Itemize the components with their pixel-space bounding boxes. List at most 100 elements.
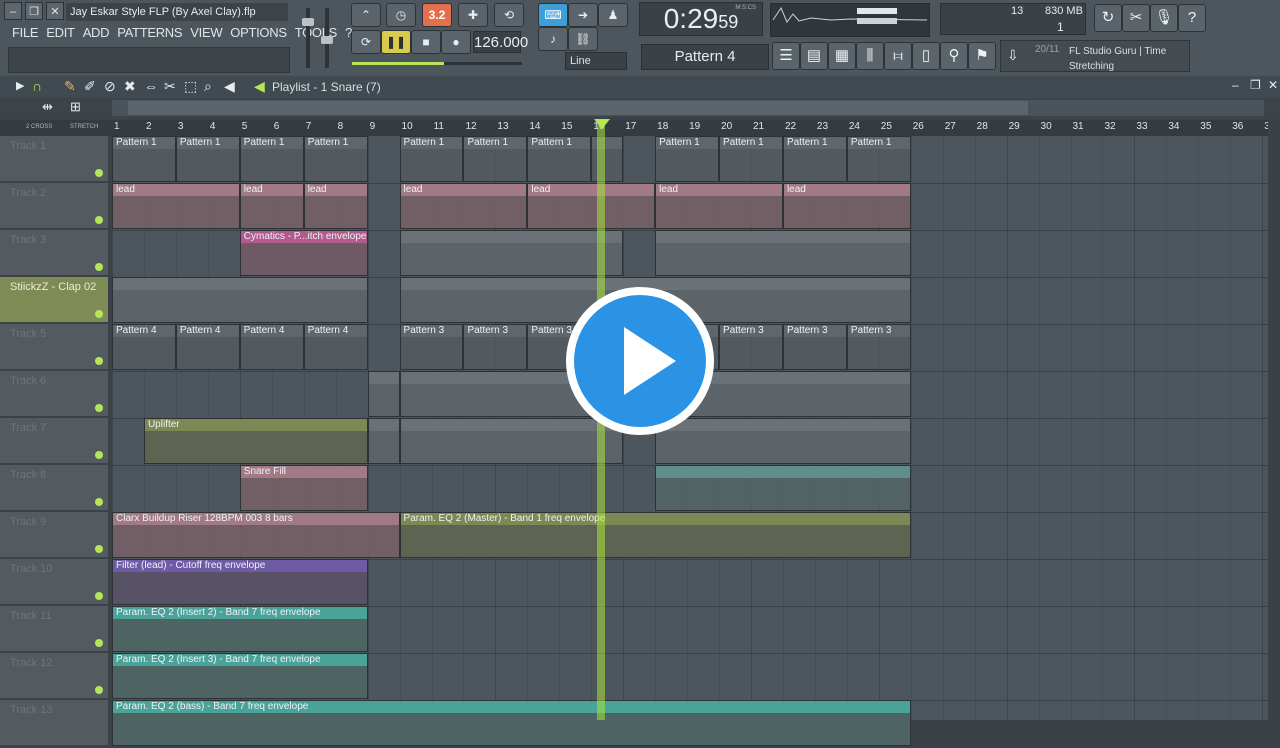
recording-filter-icon[interactable]: ♟ <box>598 3 628 27</box>
playlist-clip[interactable]: Pattern 1 <box>655 136 720 182</box>
playlist-clip[interactable]: lead <box>303 183 368 229</box>
paint-icon[interactable]: ✐ <box>84 78 96 95</box>
zoom-icon[interactable]: ⌕ <box>204 78 212 95</box>
track-header[interactable]: Track 12 <box>0 653 108 699</box>
news-panel[interactable]: ⇩ 20/11 FL Studio Guru | Time Stretching <box>1000 40 1190 72</box>
track-header[interactable]: Track 2 <box>0 183 108 229</box>
loop-record-icon[interactable]: ⟲ <box>494 3 524 27</box>
piano-roll-icon[interactable]: ▤ <box>800 42 828 70</box>
track-mute-led-icon[interactable] <box>95 498 103 506</box>
vertical-scrollbar[interactable] <box>1268 118 1280 720</box>
master-volume-knob[interactable] <box>302 18 314 26</box>
playlist-clip[interactable]: Pattern 1 <box>175 136 240 182</box>
playlist-clip[interactable]: lead <box>655 183 783 229</box>
master-pitch-knob[interactable] <box>321 36 333 44</box>
playlist-clip[interactable]: Pattern 1 <box>527 136 592 182</box>
mixer-icon[interactable]: ⫼ <box>856 42 884 70</box>
restore-icon[interactable]: ❐ <box>25 2 43 20</box>
playlist-clip[interactable]: Pattern 3 <box>846 324 911 370</box>
snap-selector[interactable]: Line <box>565 52 627 70</box>
playlist-clip[interactable]: Param. EQ 2 (Master) - Band 1 freq envel… <box>399 512 911 558</box>
blend-notes-icon[interactable]: ✚ <box>458 3 488 27</box>
track-mute-led-icon[interactable] <box>95 545 103 553</box>
playlist-clip[interactable]: Pattern 3 <box>782 324 847 370</box>
undo-icon[interactable]: ↻ <box>1094 4 1122 32</box>
mute-icon[interactable]: ✖ <box>124 78 136 95</box>
pencil-icon[interactable]: ✎ <box>64 78 76 95</box>
playlist-clip[interactable]: Pattern 1 <box>846 136 911 182</box>
playlist-clip[interactable]: Snare Fill <box>239 465 368 511</box>
track-header[interactable]: StiickzZ - Clap 02 <box>0 277 108 323</box>
playlist-clip[interactable]: Pattern 4 <box>303 324 368 370</box>
playlist-clip[interactable]: lead <box>782 183 911 229</box>
play-icon[interactable]: ❚❚ <box>381 30 411 54</box>
playlist-clip[interactable]: Pattern 1 <box>303 136 368 182</box>
track-header[interactable]: Track 1 <box>0 136 108 182</box>
track-header[interactable]: Track 13 <box>0 700 108 746</box>
playlist-clip[interactable]: Pattern 1 <box>239 136 304 182</box>
track-header[interactable]: Track 8 <box>0 465 108 511</box>
playlist-clip[interactable]: Pattern 3 <box>463 324 528 370</box>
track-mute-led-icon[interactable] <box>95 263 103 271</box>
playlist-clip[interactable] <box>655 230 911 276</box>
select-icon[interactable]: ⬚ <box>184 78 197 95</box>
step-edit-icon[interactable]: ➔ <box>568 3 598 27</box>
track-header[interactable]: Track 5 <box>0 324 108 370</box>
playlist-clip[interactable]: Pattern 1 <box>463 136 528 182</box>
track-mute-led-icon[interactable] <box>95 592 103 600</box>
tempo-display[interactable]: 126.000 <box>473 31 528 53</box>
playlist-clip[interactable]: Pattern 1 <box>782 136 847 182</box>
track-mute-led-icon[interactable] <box>95 639 103 647</box>
pattern-song-toggle-icon[interactable]: ⟳ <box>351 30 381 54</box>
playlist-menu-arrow-icon[interactable]: ▶ <box>16 79 24 92</box>
snap-tool-icon[interactable]: ♪ <box>538 27 568 51</box>
playlist-clip[interactable] <box>112 277 368 323</box>
track-header[interactable]: Track 6 <box>0 371 108 417</box>
playlist-clip[interactable]: Pattern 3 <box>719 324 783 370</box>
playlist-clip[interactable]: Pattern 1 <box>719 136 783 182</box>
track-header[interactable]: Track 10 <box>0 559 108 605</box>
menu-add[interactable]: ADD <box>79 24 114 42</box>
master-volume-slider[interactable] <box>306 8 310 68</box>
playlist-clip[interactable] <box>655 465 911 511</box>
slip-icon[interactable]: ⇔ <box>144 78 158 94</box>
close-icon[interactable]: ✕ <box>46 2 64 20</box>
link-icon[interactable]: ⛓ <box>568 27 598 51</box>
playlist-minimize-icon[interactable]: – <box>1232 78 1239 92</box>
playlist-clip[interactable]: Uplifter <box>143 418 368 464</box>
track-mute-led-icon[interactable] <box>95 404 103 412</box>
step-size-button[interactable]: 3.2 <box>422 3 452 27</box>
pattern-selector[interactable]: Pattern 4 <box>641 44 769 70</box>
playlist-clip[interactable]: Pattern 4 <box>112 324 176 370</box>
track-zoom-icon[interactable]: ⊞ <box>70 99 81 115</box>
track-mute-led-icon[interactable] <box>95 310 103 318</box>
menu-edit[interactable]: EDIT <box>42 24 78 42</box>
browser-icon[interactable]: ▯ <box>912 42 940 70</box>
track-mute-led-icon[interactable] <box>95 451 103 459</box>
video-play-button[interactable] <box>566 287 714 435</box>
menu-tools[interactable]: TOOLS <box>291 24 341 42</box>
playlist-clip[interactable] <box>399 418 624 464</box>
playlist-clip[interactable] <box>367 418 400 464</box>
channel-rack-icon[interactable]: ▦ <box>828 42 856 70</box>
playlist-close-icon[interactable]: ✕ <box>1268 78 1278 92</box>
playlist-clip[interactable]: lead <box>399 183 528 229</box>
menu-options[interactable]: OPTIONS <box>226 24 290 42</box>
mixer-faders-icon[interactable]: ⧦ <box>884 42 912 70</box>
playlist-clip[interactable]: lead <box>239 183 304 229</box>
track-mute-led-icon[interactable] <box>95 169 103 177</box>
playlist-clip[interactable]: Cymatics - P...itch envelope <box>239 230 368 276</box>
wait-record-icon[interactable]: ◷ <box>386 3 416 27</box>
menu-patterns[interactable]: PATTERNS <box>113 24 186 42</box>
magnet-icon[interactable]: ∩ <box>32 78 42 94</box>
typing-keyboard-icon[interactable]: ⌨ <box>538 3 568 27</box>
record-icon[interactable]: ● <box>441 30 471 54</box>
stop-icon[interactable]: ■ <box>411 30 441 54</box>
metronome-icon[interactable]: ⌃ <box>351 3 381 27</box>
playlist-clip[interactable]: Param. EQ 2 (bass) - Band 7 freq envelop… <box>112 700 911 746</box>
playlist-clip[interactable]: Pattern 1 <box>399 136 464 182</box>
plugin-icon[interactable]: ⚲ <box>940 42 968 70</box>
help-icon[interactable]: ? <box>1178 4 1206 32</box>
track-header[interactable]: Track 9 <box>0 512 108 558</box>
horizontal-scroll-thumb[interactable] <box>128 101 1028 115</box>
